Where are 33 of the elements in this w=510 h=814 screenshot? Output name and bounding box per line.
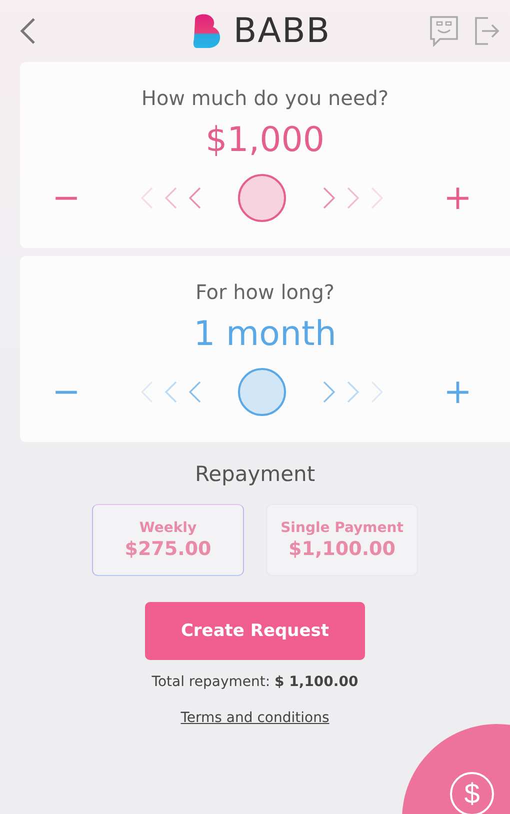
repayment-option[interactable]: Single Payment $1,100.00: [266, 504, 418, 576]
repayment-option[interactable]: Weekly $275.00: [92, 504, 244, 576]
chevron-icon: [140, 186, 154, 210]
app-title: BABB: [233, 11, 331, 51]
chevron-icon: [188, 186, 202, 210]
value-label: $1,000: [206, 120, 324, 160]
slider-thumb[interactable]: [238, 174, 286, 222]
chevron-icon: [370, 380, 384, 404]
slider-thumb[interactable]: [238, 368, 286, 416]
chevron-icon: [164, 380, 178, 404]
chat-face-icon[interactable]: [428, 14, 460, 48]
floating-action-button[interactable]: $: [402, 724, 510, 814]
question-label: For how long?: [195, 280, 334, 304]
chevron-icon: [370, 186, 384, 210]
section-title: Repayment: [194, 462, 316, 486]
increase-button[interactable]: +: [430, 181, 486, 215]
increase-button[interactable]: +: [430, 375, 486, 409]
question-label: How much do you need?: [141, 86, 389, 110]
chevron-icon: [346, 380, 360, 404]
chevron-icon: [322, 186, 336, 210]
total-repayment-text: Total repayment: $ 1,100.00: [152, 674, 358, 690]
create-request-button[interactable]: Create Request: [145, 602, 365, 660]
chevron-icon: [188, 380, 202, 404]
terms-link[interactable]: Terms and conditions: [180, 710, 330, 726]
decrease-button[interactable]: −: [38, 375, 94, 409]
logout-icon[interactable]: [474, 16, 500, 46]
value-label: 1 month: [194, 314, 336, 354]
chevron-icon: [322, 380, 336, 404]
chevron-icon: [140, 380, 154, 404]
chevron-icon: [346, 186, 360, 210]
chevron-icon: [164, 186, 178, 210]
back-icon[interactable]: [20, 17, 36, 45]
decrease-button[interactable]: −: [38, 181, 94, 215]
